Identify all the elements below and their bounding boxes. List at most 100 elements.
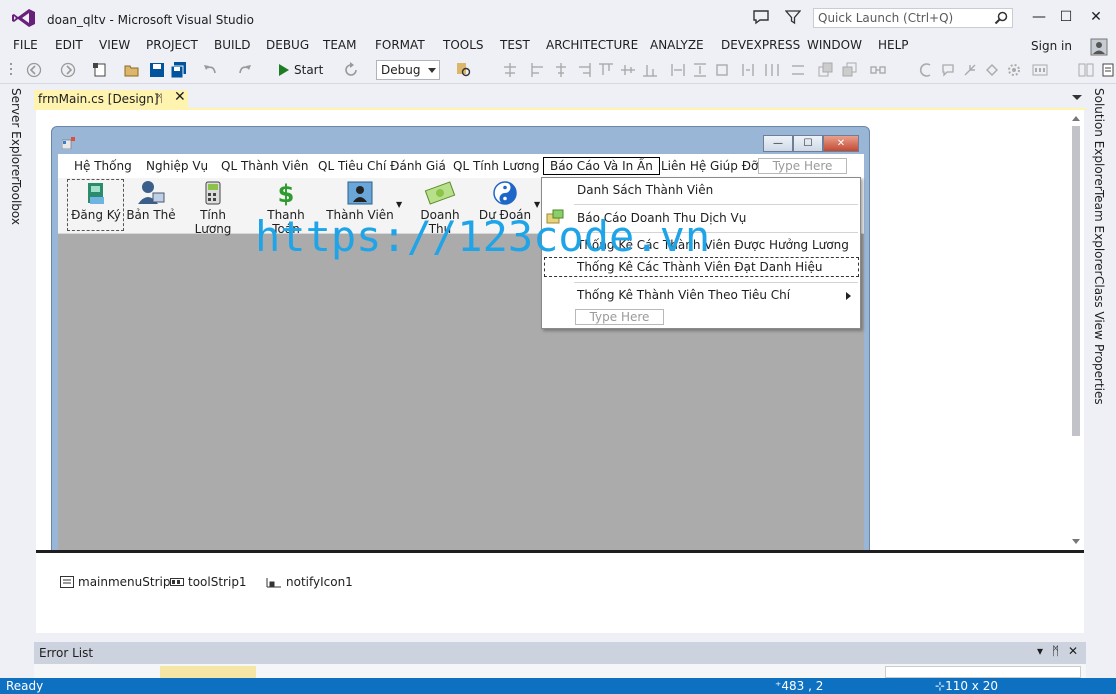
- menu-build[interactable]: BUILD: [214, 38, 250, 52]
- menu-window[interactable]: WINDOW: [807, 38, 862, 52]
- tab-list-dropdown-icon[interactable]: [1072, 95, 1082, 100]
- app-menu-lien-he[interactable]: Liên Hệ Giúp Đỡ: [661, 159, 758, 173]
- error-list-search-input[interactable]: [885, 666, 1081, 678]
- find-in-files-icon[interactable]: [456, 62, 472, 78]
- align-bottoms-icon[interactable]: [642, 62, 658, 78]
- close-button[interactable]: ✕: [1085, 8, 1107, 26]
- tray-item-mainmenustrip[interactable]: mainmenuStrip: [60, 575, 170, 589]
- dropdown-item-thong-ke-danh-hieu[interactable]: Thống Kê Các Thành Viên Đạt Danh Hiệu: [577, 260, 822, 274]
- menu-team[interactable]: TEAM: [323, 38, 356, 52]
- make-same-height-icon[interactable]: [692, 62, 708, 78]
- error-list-filter-selector[interactable]: [160, 666, 256, 678]
- align-icon[interactable]: [502, 62, 518, 78]
- menu-format[interactable]: FORMAT: [375, 38, 425, 52]
- error-list-pin-icon[interactable]: ᛗ: [1052, 644, 1059, 658]
- app-menu-ql-thanh-vien[interactable]: QL Thành Viên: [221, 159, 309, 173]
- menu-project[interactable]: PROJECT: [146, 38, 198, 52]
- scroll-up-icon[interactable]: [1072, 116, 1080, 121]
- comment-icon[interactable]: [940, 62, 956, 78]
- tool-dang-ky[interactable]: Đăng Ký: [70, 180, 122, 222]
- uncomment-icon[interactable]: [962, 62, 978, 78]
- align-tops-icon[interactable]: [598, 62, 614, 78]
- redo-icon[interactable]: [237, 62, 253, 78]
- make-same-width-icon[interactable]: [670, 62, 686, 78]
- document-tab-frmmain-design[interactable]: frmMain.cs [Design] ᛗ ✕: [34, 89, 188, 108]
- align-middles-icon[interactable]: [620, 62, 636, 78]
- start-debugging-button[interactable]: Start: [278, 61, 323, 79]
- quick-launch-input[interactable]: Quick Launch (Ctrl+Q): [813, 8, 1013, 28]
- tool-ban-the[interactable]: Bản Thẻ: [126, 180, 176, 222]
- toolbar-layout-icon[interactable]: [1078, 62, 1094, 78]
- team-explorer-tab[interactable]: Team Explorer: [1092, 190, 1106, 276]
- pin-icon[interactable]: ᛗ: [156, 92, 163, 105]
- format-document-icon[interactable]: [918, 62, 934, 78]
- app-menu-nghiep-vu[interactable]: Nghiệp Vụ: [146, 159, 208, 173]
- error-list-close-icon[interactable]: ✕: [1068, 644, 1078, 658]
- bookmark-icon[interactable]: [984, 62, 1000, 78]
- class-view-tab[interactable]: Class View: [1092, 276, 1106, 340]
- tool-du-doan-dropdown-icon[interactable]: ▼: [534, 200, 540, 209]
- tab-order-icon[interactable]: [870, 62, 886, 78]
- menu-type-here-input[interactable]: Type Here: [758, 158, 847, 174]
- save-icon[interactable]: [149, 62, 165, 78]
- scroll-down-icon[interactable]: [1072, 539, 1080, 544]
- restore-button[interactable]: ☐: [1055, 8, 1077, 26]
- scroll-thumb[interactable]: [1072, 126, 1080, 436]
- send-to-back-icon[interactable]: [842, 62, 858, 78]
- menu-debug[interactable]: DEBUG: [266, 38, 309, 52]
- dropdown-type-here-input[interactable]: Type Here: [575, 309, 664, 325]
- designer-vertical-scrollbar[interactable]: [1070, 112, 1082, 548]
- refresh-icon[interactable]: [343, 62, 359, 78]
- menu-edit[interactable]: EDIT: [55, 38, 83, 52]
- solution-configuration-select[interactable]: Debug: [376, 60, 440, 80]
- tool-tinh-luong[interactable]: Tính Lương: [180, 180, 246, 236]
- menu-test[interactable]: TEST: [500, 38, 530, 52]
- app-menu-bao-cao[interactable]: Báo Cáo Và In Ấn: [543, 157, 660, 175]
- tool-thanh-vien-dropdown-icon[interactable]: ▼: [396, 200, 402, 209]
- menu-analyze[interactable]: ANALYZE: [650, 38, 704, 52]
- tray-item-notifyicon1[interactable]: notifyIcon1: [266, 575, 353, 589]
- properties-tab[interactable]: Properties: [1092, 344, 1106, 405]
- vertical-spacing-icon[interactable]: [790, 62, 806, 78]
- form-restore-button[interactable]: ☐: [793, 135, 823, 152]
- dropdown-item-thong-ke-tieu-chi[interactable]: Thống Kê Thành Viên Theo Tiêu Chí: [577, 288, 790, 302]
- bring-to-front-icon[interactable]: [818, 62, 834, 78]
- dropdown-item-danh-sach[interactable]: Danh Sách Thành Viên: [577, 183, 713, 197]
- app-menu-ql-tinh-luong[interactable]: QL Tính Lương: [453, 159, 540, 173]
- search-icon[interactable]: [994, 11, 1008, 25]
- save-all-icon[interactable]: [171, 62, 187, 78]
- align-lefts-icon[interactable]: [530, 62, 546, 78]
- notification-filter-icon[interactable]: [785, 9, 801, 25]
- menu-help[interactable]: HELP: [878, 38, 909, 52]
- navigate-back-icon[interactable]: [26, 62, 42, 78]
- app-menu-ql-tieu-chi[interactable]: QL Tiêu Chí Đánh Giá: [318, 159, 446, 173]
- navigate-forward-icon[interactable]: [60, 62, 76, 78]
- close-tab-icon[interactable]: ✕: [174, 89, 186, 105]
- make-same-size-icon[interactable]: [714, 62, 730, 78]
- menu-devexpress[interactable]: DEVEXPRESS: [721, 38, 800, 52]
- menu-architecture[interactable]: ARCHITECTURE: [546, 38, 638, 52]
- toolbar-options-icon[interactable]: [1100, 62, 1116, 78]
- undo-icon[interactable]: [202, 62, 218, 78]
- minimize-button[interactable]: —: [1028, 8, 1050, 26]
- app-menu-he-thong[interactable]: Hệ Thống: [74, 159, 132, 173]
- tray-item-toolstrip1[interactable]: toolStrip1: [170, 575, 247, 589]
- account-icon[interactable]: [1090, 38, 1108, 56]
- sign-in-link[interactable]: Sign in: [1031, 39, 1072, 53]
- horizontal-spacing-icon[interactable]: [740, 62, 756, 78]
- form-minimize-button[interactable]: —: [763, 135, 793, 152]
- feedback-icon[interactable]: [752, 9, 770, 25]
- menu-file[interactable]: FILE: [13, 38, 38, 52]
- solution-explorer-tab[interactable]: Solution Explorer: [1092, 88, 1106, 191]
- open-file-icon[interactable]: [124, 62, 140, 78]
- menu-view[interactable]: VIEW: [99, 38, 130, 52]
- toolbox-tab[interactable]: Toolbox: [9, 180, 23, 225]
- align-centers-icon[interactable]: [553, 62, 569, 78]
- new-project-icon[interactable]: [92, 62, 108, 78]
- server-explorer-tab[interactable]: Server Explorer: [9, 88, 23, 181]
- error-list-dropdown-icon[interactable]: ▾: [1037, 644, 1043, 658]
- form-close-button[interactable]: ✕: [823, 135, 859, 152]
- align-rights-icon[interactable]: [576, 62, 592, 78]
- horizontal-spacing-increase-icon[interactable]: [764, 62, 780, 78]
- settings-icon[interactable]: [1006, 62, 1022, 78]
